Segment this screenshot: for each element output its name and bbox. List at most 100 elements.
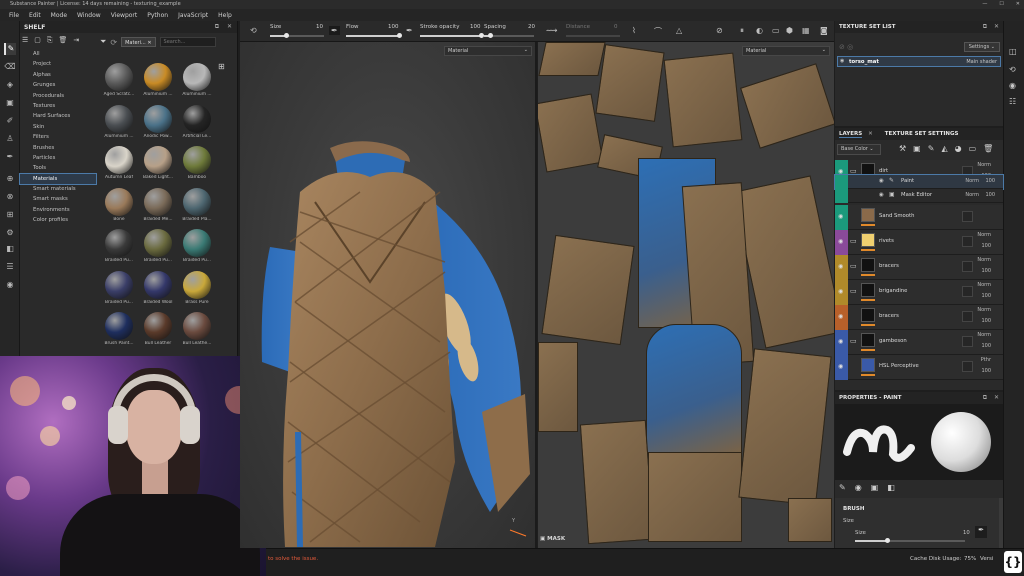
layer-opacity[interactable]: 100 xyxy=(981,243,991,249)
visibility-icon[interactable]: ◉ xyxy=(838,168,843,175)
layer-opacity[interactable]: 100 xyxy=(981,368,991,374)
brush-tab-icon[interactable]: ✎ xyxy=(839,483,846,492)
material-tile[interactable]: Bone xyxy=(100,186,138,228)
layer-blend-mode[interactable]: Norm xyxy=(977,332,991,338)
layer-opacity[interactable]: 100 xyxy=(981,293,991,299)
folder-icon[interactable]: ▭ xyxy=(850,287,857,295)
triangle-icon[interactable]: △ xyxy=(676,26,682,35)
stroke-opacity-value[interactable]: 100 xyxy=(470,24,481,30)
material-tile[interactable]: Braided Wool xyxy=(139,269,177,311)
flow-value[interactable]: 100 xyxy=(388,24,399,30)
add-paint-layer-icon[interactable]: ✎ xyxy=(928,144,935,153)
category-smart-masks[interactable]: Smart masks xyxy=(20,194,96,204)
viewport-2d[interactable]: Material xyxy=(538,42,834,548)
visibility-icon[interactable]: ◉ xyxy=(838,338,843,345)
brush-size-slider[interactable] xyxy=(855,538,965,543)
menu-window[interactable]: Window xyxy=(72,12,106,19)
menu-help[interactable]: Help xyxy=(213,12,237,19)
projection-icon[interactable]: ◈ xyxy=(4,79,16,91)
link-icon[interactable]: ⊘ ◎ xyxy=(839,43,853,51)
material-tile[interactable]: Brush Paint... xyxy=(100,310,138,352)
effects-icon[interactable]: ⚒ xyxy=(899,144,906,153)
size-value[interactable]: 10 xyxy=(316,24,323,30)
layer-mask-slot[interactable] xyxy=(962,311,973,322)
menu-mode[interactable]: Mode xyxy=(46,12,72,19)
add-group-icon[interactable]: ◕ xyxy=(955,144,962,153)
lazy-mouse-icon[interactable]: ⟲ xyxy=(250,26,257,35)
layer-blend-mode[interactable]: Norm xyxy=(977,162,991,168)
material-tab-icon[interactable]: ◉ xyxy=(855,483,862,492)
smudge-icon[interactable]: ✐ xyxy=(4,115,16,127)
add-mask-icon[interactable]: ▣ xyxy=(913,144,921,153)
layer-row[interactable]: ◉ ▭ gambeson Norm 100 xyxy=(835,330,1003,355)
shelf-search-input[interactable]: Search... xyxy=(159,37,216,47)
category-smart-materials[interactable]: Smart materials xyxy=(20,184,96,194)
category-environments[interactable]: Environments xyxy=(20,205,96,215)
layer-row[interactable]: ◉ ▭ brigandine Norm 100 xyxy=(835,280,1003,305)
folder-icon[interactable]: ▭ xyxy=(850,167,857,175)
paint-brush-icon[interactable]: ✎ xyxy=(4,43,16,55)
folder-icon[interactable]: ▭ xyxy=(969,144,977,153)
menu-edit[interactable]: Edit xyxy=(24,12,46,19)
info-icon[interactable]: ☷ xyxy=(1009,97,1016,106)
category-hard-surfaces[interactable]: Hard Surfaces xyxy=(20,111,96,121)
layer-mask-slot[interactable] xyxy=(962,261,973,272)
float-icon[interactable]: ⧉ xyxy=(983,23,987,31)
category-project[interactable]: Project xyxy=(20,59,96,69)
layer-row[interactable]: ◉ Sand Smooth xyxy=(835,205,1003,230)
new-folder-icon[interactable]: ▢ xyxy=(34,36,41,45)
layer-row[interactable]: ◉ ▭ rivets Norm 100 xyxy=(835,230,1003,255)
size-slider[interactable] xyxy=(270,33,324,38)
material-tile[interactable]: Braided Me... xyxy=(139,186,177,228)
category-grunges[interactable]: Grunges xyxy=(20,80,96,90)
layer-mask-slot[interactable] xyxy=(962,236,973,247)
minimize-icon[interactable]: — xyxy=(982,0,987,9)
visibility-icon[interactable]: ◉ xyxy=(838,213,843,220)
material-tile[interactable]: Braided Pu... xyxy=(100,227,138,269)
layer-blend-mode[interactable]: Norm xyxy=(977,257,991,263)
layer-row[interactable]: ◉ ✎ Paint Norm 100 xyxy=(834,174,1004,190)
layer-opacity[interactable]: 100 xyxy=(985,178,995,184)
layer-row[interactable]: ◉ ▣ Mask Editor Norm 100 xyxy=(835,189,1003,203)
visibility-icon[interactable]: ◉ xyxy=(879,178,884,184)
stencil-tab-icon[interactable]: ◧ xyxy=(887,483,895,492)
menu-python[interactable]: Python xyxy=(142,12,173,19)
layer-opacity[interactable]: 100 xyxy=(981,318,991,324)
tab-layers[interactable]: LAYERS xyxy=(839,131,863,138)
material-tile[interactable]: Baked Light... xyxy=(139,144,177,186)
delete-icon[interactable]: 🗑 xyxy=(59,36,68,45)
settings-button[interactable]: Settings ⌄ xyxy=(963,42,1000,52)
clone-icon[interactable]: ♙ xyxy=(4,133,16,145)
category-particles[interactable]: Particles xyxy=(20,153,96,163)
log-icon[interactable]: ☰ xyxy=(4,261,16,273)
filter-icon[interactable]: ⏷ xyxy=(100,37,106,47)
layer-row[interactable]: ◉ ▭ bracers Norm 100 xyxy=(835,255,1003,280)
symmetry-icon[interactable]: ⟿ xyxy=(546,26,557,35)
filter-chip[interactable]: Materi... ✕ xyxy=(121,37,156,47)
import-icon[interactable]: ⎘ xyxy=(47,36,53,45)
category-filters[interactable]: Filters xyxy=(20,132,96,142)
pressure-toggle-icon[interactable]: ✒ xyxy=(975,526,987,538)
material-tile[interactable]: Braided Pu... xyxy=(178,227,216,269)
layer-blend-mode[interactable]: Norm xyxy=(977,307,991,313)
material-tile[interactable]: Anodic Pow... xyxy=(139,103,177,145)
eraser-icon[interactable]: ⌫ xyxy=(4,61,16,73)
material-tile[interactable]: Artificial Le... xyxy=(178,103,216,145)
screenshot-icon[interactable]: ◙ xyxy=(820,26,828,35)
texture-set-item[interactable]: ◉ torso_mat Main shader xyxy=(837,56,1001,67)
folder-icon[interactable]: ▭ xyxy=(850,237,857,245)
lighting-icon[interactable]: ▦ xyxy=(802,26,810,35)
close-panel-icon[interactable]: ✕ xyxy=(994,394,999,401)
add-fill-layer-icon[interactable]: ◭ xyxy=(941,144,947,153)
bake-icon[interactable]: ⊕ xyxy=(4,173,16,185)
category-skin[interactable]: Skin xyxy=(20,122,96,132)
material-tile[interactable]: Autumn Leaf xyxy=(100,144,138,186)
display-mode-icon[interactable]: ▭ xyxy=(772,26,780,35)
channel-select[interactable]: Base Color ⌄ xyxy=(837,144,881,155)
layer-row[interactable]: ◉ bracers Norm 100 xyxy=(835,305,1003,330)
alpha-tab-icon[interactable]: ▣ xyxy=(871,483,879,492)
refresh-icon[interactable]: ⟳ xyxy=(110,38,117,47)
history-icon[interactable]: ⟲ xyxy=(1009,65,1016,74)
material-tile[interactable]: Aluminium ... xyxy=(100,103,138,145)
layer-mask-slot[interactable] xyxy=(962,211,973,222)
